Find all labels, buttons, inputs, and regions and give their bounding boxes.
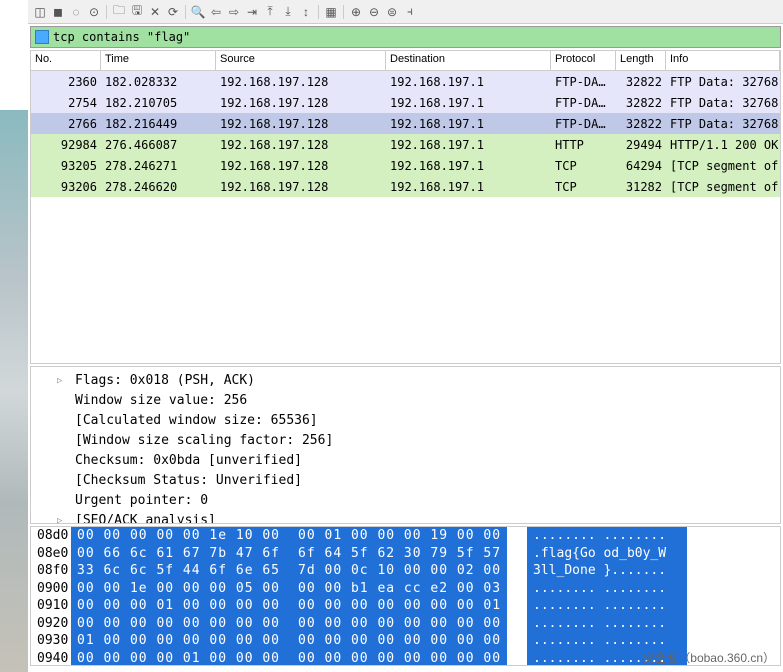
col-no[interactable]: No. xyxy=(31,51,101,70)
reload-icon[interactable]: ⟳ xyxy=(165,4,181,20)
detail-line[interactable]: [Window size scaling factor: 256] xyxy=(31,431,780,451)
hex-row[interactable]: 08e000 66 6c 61 67 7b 47 6f6f 64 5f 62 3… xyxy=(31,545,780,563)
col-length[interactable]: Length xyxy=(616,51,666,70)
packet-row[interactable]: 93205278.246271192.168.197.128192.168.19… xyxy=(31,155,780,176)
detail-line[interactable]: ▷[SEQ/ACK analysis] xyxy=(31,511,780,524)
hex-ascii[interactable]: ........ ........ xyxy=(527,527,687,545)
hex-row[interactable]: 093001 00 00 00 00 00 00 0000 00 00 00 0… xyxy=(31,632,780,650)
col-protocol[interactable]: Protocol xyxy=(551,51,616,70)
display-filter-bar[interactable]: tcp contains "flag" xyxy=(30,26,781,48)
hex-row[interactable]: 091000 00 00 01 00 00 00 0000 00 00 00 0… xyxy=(31,597,780,615)
prev-icon[interactable]: ⇦ xyxy=(208,4,224,20)
detail-line[interactable]: Checksum: 0x0bda [unverified] xyxy=(31,451,780,471)
hex-row[interactable]: 090000 00 1e 00 00 00 05 0000 00 b1 ea c… xyxy=(31,580,780,598)
col-time[interactable]: Time xyxy=(101,51,216,70)
restart-icon[interactable]: ◌ xyxy=(68,4,84,20)
packet-row[interactable]: 92984276.466087192.168.197.128192.168.19… xyxy=(31,134,780,155)
hex-bytes[interactable]: 00 00 00 01 00 00 00 0000 00 00 00 00 00… xyxy=(71,597,507,615)
zoom-reset-icon[interactable]: ⊜ xyxy=(384,4,400,20)
packet-row[interactable]: 2766182.216449192.168.197.128192.168.197… xyxy=(31,113,780,134)
side-photo-decoration xyxy=(0,110,28,672)
hex-ascii[interactable]: .flag{Go od_b0y_W xyxy=(527,545,687,563)
hex-bytes[interactable]: 00 66 6c 61 67 7b 47 6f6f 64 5f 62 30 79… xyxy=(71,545,507,563)
colorize-icon[interactable]: ▦ xyxy=(323,4,339,20)
hex-offset: 08f0 xyxy=(31,562,71,580)
hex-bytes[interactable]: 01 00 00 00 00 00 00 0000 00 00 00 00 00… xyxy=(71,632,507,650)
hex-offset: 0910 xyxy=(31,597,71,615)
hex-ascii[interactable]: ........ ........ xyxy=(527,615,687,633)
col-info[interactable]: Info xyxy=(666,51,780,70)
packet-list-header: No. Time Source Destination Protocol Len… xyxy=(31,51,780,71)
hex-ascii[interactable]: 3ll_Done }....... xyxy=(527,562,687,580)
packet-row[interactable]: 2754182.210705192.168.197.128192.168.197… xyxy=(31,92,780,113)
bookmark-icon[interactable] xyxy=(35,30,49,44)
packet-list-pane: No. Time Source Destination Protocol Len… xyxy=(30,50,781,364)
packet-row[interactable]: 2360182.028332192.168.197.128192.168.197… xyxy=(31,71,780,92)
stop-icon[interactable]: ◼ xyxy=(50,4,66,20)
next-icon[interactable]: ⇨ xyxy=(226,4,242,20)
interfaces-icon[interactable]: ◫ xyxy=(32,4,48,20)
col-source[interactable]: Source xyxy=(216,51,386,70)
filter-input[interactable]: tcp contains "flag" xyxy=(53,30,190,44)
packet-details-pane[interactable]: ▷Flags: 0x018 (PSH, ACK)Window size valu… xyxy=(30,366,781,524)
hex-offset: 0940 xyxy=(31,650,71,667)
packet-bytes-pane[interactable]: 08d000 00 00 00 00 1e 10 0000 01 00 00 0… xyxy=(30,526,781,666)
detail-line[interactable]: Window size value: 256 xyxy=(31,391,780,411)
hex-ascii[interactable]: ........ ........ xyxy=(527,632,687,650)
zoom-out-icon[interactable]: ⊖ xyxy=(366,4,382,20)
resize-cols-icon[interactable]: ⫞ xyxy=(402,4,418,20)
first-icon[interactable]: ⤒ xyxy=(262,4,278,20)
col-destination[interactable]: Destination xyxy=(386,51,551,70)
hex-bytes[interactable]: 33 6c 6c 5f 44 6f 6e 657d 00 0c 10 00 00… xyxy=(71,562,507,580)
detail-line[interactable]: [Calculated window size: 65536] xyxy=(31,411,780,431)
packet-row[interactable]: 93206278.246620192.168.197.128192.168.19… xyxy=(31,176,780,197)
scroll-icon[interactable]: ↕ xyxy=(298,4,314,20)
detail-line[interactable]: Urgent pointer: 0 xyxy=(31,491,780,511)
hex-row[interactable]: 08f033 6c 6c 5f 44 6f 6e 657d 00 0c 10 0… xyxy=(31,562,780,580)
close-icon[interactable]: ✕ xyxy=(147,4,163,20)
jump-icon[interactable]: ⇥ xyxy=(244,4,260,20)
hex-bytes[interactable]: 00 00 00 00 00 00 00 0000 00 00 00 00 00… xyxy=(71,615,507,633)
hex-offset: 0900 xyxy=(31,580,71,598)
hex-ascii[interactable]: ........ ........ xyxy=(527,580,687,598)
hex-bytes[interactable]: 00 00 00 00 01 00 00 0000 00 00 00 00 00… xyxy=(71,650,507,667)
expand-icon[interactable]: ▷ xyxy=(57,511,62,524)
detail-line[interactable]: [Checksum Status: Unverified] xyxy=(31,471,780,491)
detail-line[interactable]: ▷Flags: 0x018 (PSH, ACK) xyxy=(31,371,780,391)
hex-bytes[interactable]: 00 00 00 00 00 1e 10 0000 01 00 00 00 19… xyxy=(71,527,507,545)
hex-ascii[interactable]: ........ ........ xyxy=(527,597,687,615)
open-icon[interactable]: 🗀 xyxy=(111,4,127,20)
hex-bytes[interactable]: 00 00 1e 00 00 00 05 0000 00 b1 ea cc e2… xyxy=(71,580,507,598)
zoom-in-icon[interactable]: ⊕ xyxy=(348,4,364,20)
last-icon[interactable]: ⤓ xyxy=(280,4,296,20)
main-toolbar: ◫ ◼ ◌ ⊙ 🗀 🖫 ✕ ⟳ 🔍 ⇦ ⇨ ⇥ ⤒ ⤓ ↕ ▦ ⊕ ⊖ ⊜ ⫞ xyxy=(28,0,783,24)
hex-offset: 0930 xyxy=(31,632,71,650)
hex-offset: 0920 xyxy=(31,615,71,633)
hex-offset: 08e0 xyxy=(31,545,71,563)
find-icon[interactable]: 🔍 xyxy=(190,4,206,20)
options-icon[interactable]: ⊙ xyxy=(86,4,102,20)
hex-row[interactable]: 092000 00 00 00 00 00 00 0000 00 00 00 0… xyxy=(31,615,780,633)
watermark-text: 安全客（bobao.360.cn） xyxy=(642,649,775,666)
save-icon[interactable]: 🖫 xyxy=(129,4,145,20)
expand-icon[interactable]: ▷ xyxy=(57,371,62,391)
hex-offset: 08d0 xyxy=(31,527,71,545)
hex-row[interactable]: 08d000 00 00 00 00 1e 10 0000 01 00 00 0… xyxy=(31,527,780,545)
